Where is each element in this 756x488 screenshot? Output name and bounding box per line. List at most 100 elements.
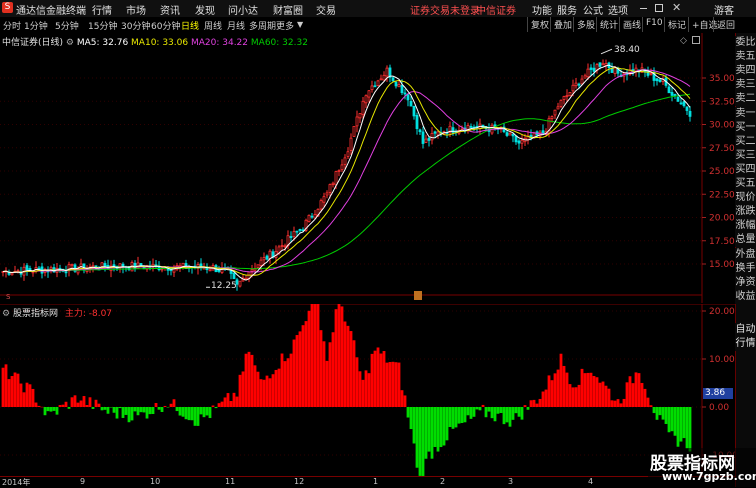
indicator-bar: [271, 374, 275, 407]
multi-stock-button[interactable]: 多股: [573, 17, 598, 32]
indicator-bar: [499, 407, 503, 414]
indicator-bar: [538, 398, 542, 407]
menu-item-function[interactable]: 功能: [532, 2, 552, 17]
event-marker-icon[interactable]: [414, 291, 422, 300]
tab-1min[interactable]: 1分钟: [24, 19, 48, 32]
overlay-button[interactable]: 叠加: [550, 17, 575, 32]
menu-item-discover[interactable]: 发现: [195, 2, 215, 17]
candle-body: [208, 269, 212, 272]
menu-item-markets[interactable]: 市场: [126, 2, 146, 17]
candle-body: [589, 67, 593, 70]
indicator-bar: [589, 372, 593, 407]
candle-body: [376, 80, 380, 86]
user-label[interactable]: 游客: [714, 2, 734, 17]
minimize-icon[interactable]: [640, 8, 647, 9]
sidebar-field: 净资: [735, 275, 756, 290]
indicator-bar: [247, 351, 251, 407]
candle-body: [265, 255, 269, 260]
tab-5min[interactable]: 5分钟: [55, 19, 79, 32]
sidebar-field: 买一: [735, 120, 756, 135]
sidebar-field: 换手: [735, 261, 756, 276]
menu-item-wealth[interactable]: 财富圈: [273, 2, 303, 17]
indicator-bar: [493, 407, 497, 422]
menu-item-news[interactable]: 资讯: [160, 2, 180, 17]
login-notice[interactable]: 证券交易未登录: [410, 2, 480, 17]
indicator-bar: [61, 404, 65, 407]
indicator-bar: [46, 407, 50, 412]
draw-line-button[interactable]: 画线: [619, 17, 644, 32]
broker-label[interactable]: 中信证券: [476, 2, 516, 17]
indicator-name[interactable]: 股票指标网: [13, 309, 58, 319]
app-logo-icon: S: [2, 2, 13, 13]
indicator-bar: [418, 407, 422, 476]
indicator-bar: [346, 325, 350, 407]
menu-item-service[interactable]: 服务: [557, 2, 577, 17]
candle-body: [427, 137, 431, 141]
price-axis-label: 32.50: [709, 97, 735, 107]
indicator-bar: [400, 390, 404, 407]
indicator-bar: [586, 372, 590, 407]
f10-button[interactable]: F10: [642, 17, 666, 32]
sidebar-auto[interactable]: 自动: [735, 323, 756, 337]
tab-daily[interactable]: 日线: [181, 19, 199, 32]
candle-body: [598, 62, 602, 67]
indicator-bar: [133, 407, 137, 412]
indicator-bar: [424, 407, 428, 459]
indicator-bar: [403, 395, 407, 407]
menu-item-market[interactable]: 行情: [92, 2, 112, 17]
indicator-bar: [265, 375, 269, 407]
tab-60min[interactable]: 60分钟: [151, 19, 180, 32]
price-axis-label: 15.00: [709, 260, 735, 270]
menu-item-trade[interactable]: 交易: [316, 2, 336, 17]
indicator-bar: [454, 407, 458, 428]
close-icon[interactable]: ✕: [672, 1, 681, 14]
candle-body: [160, 268, 164, 271]
indicator-bar: [97, 403, 101, 407]
tab-more[interactable]: 更多: [276, 19, 294, 32]
indicator-bar: [145, 407, 149, 419]
sidebar-quote[interactable]: 行情: [735, 337, 756, 351]
stock-name[interactable]: 中信证券(日线): [2, 38, 63, 48]
menu-item-formula[interactable]: 公式: [583, 2, 603, 17]
indicator-bar: [109, 407, 113, 408]
candle-body: [670, 92, 674, 96]
candle-body: [580, 78, 584, 85]
indicator-bar: [277, 368, 281, 407]
candle-body: [349, 137, 353, 151]
indicator-bar: [442, 407, 446, 446]
chevron-down-icon[interactable]: ▼: [297, 20, 303, 29]
restore-right-button[interactable]: 复权: [527, 17, 552, 32]
chart-close-icon[interactable]: [692, 36, 700, 44]
sidebar-field: 涨幅: [735, 219, 756, 234]
kline-chart[interactable]: 35.00 32.50 30.00 27.50 25.00 22.50 20.00 17.50…: [0, 33, 735, 303]
menu-item-wenxiaoda[interactable]: 问小达: [228, 2, 258, 17]
mark-button[interactable]: 标记: [664, 17, 689, 32]
tab-30min[interactable]: 30分钟: [121, 19, 150, 32]
indicator-bar: [55, 407, 59, 415]
sidebar-field: 卖四: [735, 64, 756, 79]
candle-body: [568, 92, 572, 97]
candle-body: [553, 109, 557, 116]
indicator-bar: [85, 404, 89, 407]
indicator-bar: [10, 376, 14, 407]
indicator-bar: [616, 399, 620, 407]
tab-multi[interactable]: 多周期: [249, 19, 276, 32]
price-axis-label: 25.00: [709, 167, 735, 177]
maximize-icon[interactable]: [655, 4, 663, 12]
indicator-icon[interactable]: ⚙: [2, 309, 10, 319]
stats-button[interactable]: 统计: [596, 17, 621, 32]
settings-icon[interactable]: ⚙: [66, 38, 74, 48]
tab-weekly[interactable]: 周线: [204, 19, 222, 32]
indicator-bar: [4, 364, 8, 407]
tab-15min[interactable]: 15分钟: [88, 19, 117, 32]
chart-settings-icon[interactable]: ◇: [680, 36, 687, 46]
ma60-label: MA60: 32.32: [250, 38, 308, 48]
tab-monthly[interactable]: 月线: [227, 19, 245, 32]
watermark: 股票指标网 www.7gpzb.com: [648, 448, 756, 487]
indicator-bar: [343, 321, 347, 407]
tab-intraday[interactable]: 分时: [3, 19, 21, 32]
menu-item-options[interactable]: 选项: [608, 2, 628, 17]
back-button[interactable]: 返回: [713, 17, 738, 32]
event-marker-icon[interactable]: S: [6, 293, 10, 301]
indicator-chart[interactable]: 20.0010.000.00-10.00: [0, 304, 735, 477]
